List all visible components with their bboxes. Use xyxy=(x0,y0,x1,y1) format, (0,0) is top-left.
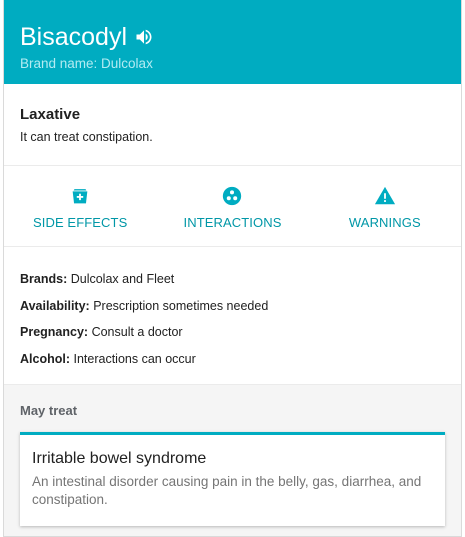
may-treat-title: May treat xyxy=(20,403,78,418)
condition-card[interactable]: Irritable bowel syndrome An intestinal d… xyxy=(20,432,445,526)
volume-icon[interactable] xyxy=(134,27,154,47)
warnings-button[interactable]: WARNINGS xyxy=(309,166,461,246)
condition-name: Irritable bowel syndrome xyxy=(32,450,207,467)
fact-value: Prescription sometimes needed xyxy=(93,298,269,313)
fact-key: Alcohol: xyxy=(20,351,70,366)
title-row: Bisacodyl xyxy=(20,20,445,54)
drug-name: Bisacodyl xyxy=(20,23,127,51)
side-effects-icon xyxy=(72,189,88,204)
interactions-button[interactable]: INTERACTIONS xyxy=(156,166,308,246)
drug-class-description: It can treat constipation. xyxy=(20,130,153,144)
fact-brands: Brands: Dulcolax and Fleet xyxy=(20,266,445,293)
side-effects-label: SIDE EFFECTS xyxy=(32,215,128,230)
fact-key: Availability: xyxy=(20,298,90,313)
facts-section: Brands: Dulcolax and Fleet Availability:… xyxy=(4,247,461,385)
drug-header: Bisacodyl Brand name: Dulcolax xyxy=(4,0,461,84)
fact-value: Interactions can occur xyxy=(73,351,196,366)
side-effects-button[interactable]: SIDE EFFECTS xyxy=(4,166,156,246)
warnings-label: WARNINGS xyxy=(348,215,421,230)
fact-key: Brands: xyxy=(20,272,68,286)
fact-value: Dulcolax and Fleet xyxy=(70,272,175,286)
interactions-label: INTERACTIONS xyxy=(183,215,282,230)
condition-description: An intestinal disorder causing pain in t… xyxy=(32,474,422,507)
warning-icon xyxy=(374,186,395,205)
fact-key: Pregnancy: xyxy=(20,325,89,339)
drug-class-title: Laxative xyxy=(20,106,81,123)
drug-class-section: Laxative It can treat constipation. xyxy=(4,84,461,166)
fact-pregnancy: Pregnancy: Consult a doctor xyxy=(20,319,445,346)
action-bar: SIDE EFFECTS INTERACTIONS WARNINGS xyxy=(4,166,461,247)
fact-value: Consult a doctor xyxy=(91,325,183,339)
brand-name: Brand name: Dulcolax xyxy=(20,56,153,71)
fact-alcohol: Alcohol: Interactions can occur xyxy=(20,346,445,373)
interactions-icon xyxy=(223,186,242,206)
may-treat-section: May treat Irritable bowel syndrome An in… xyxy=(4,385,461,536)
fact-availability: Availability: Prescription sometimes nee… xyxy=(20,293,445,320)
drug-card: Bisacodyl Brand name: Dulcolax Laxative … xyxy=(3,0,462,537)
